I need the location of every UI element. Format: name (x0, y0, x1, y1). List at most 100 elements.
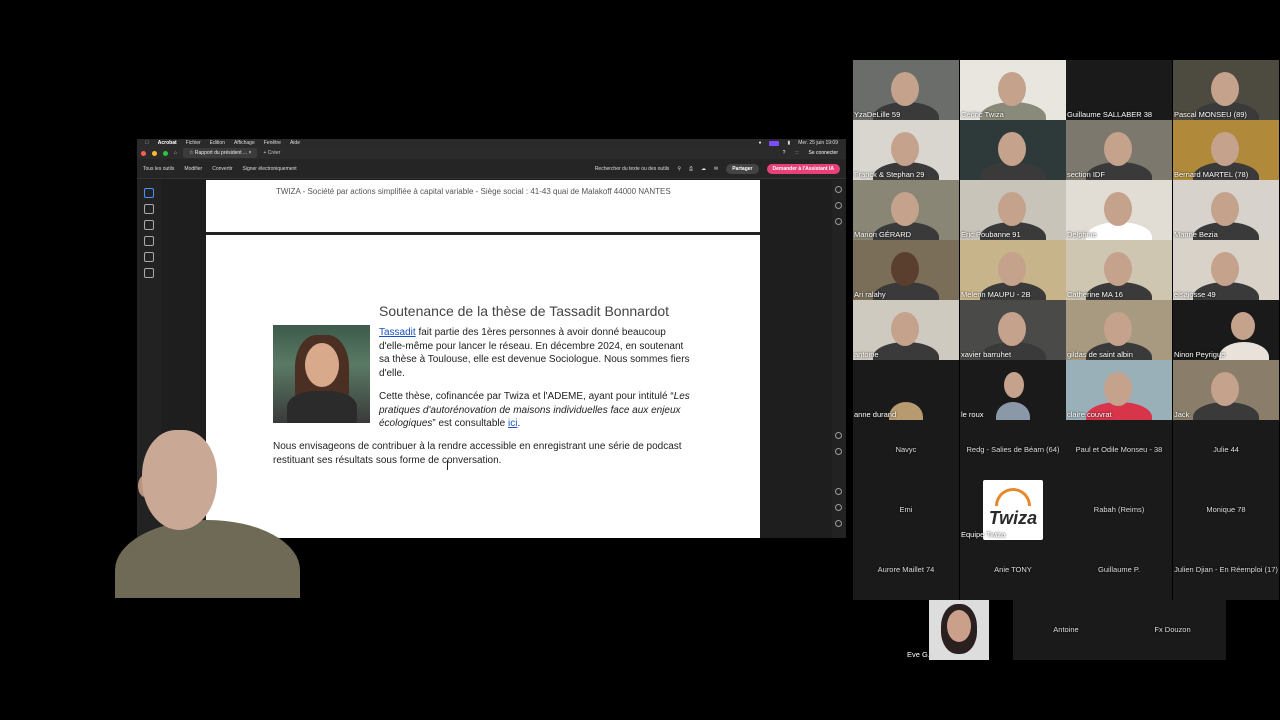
presenter-video (110, 425, 300, 598)
sign-in-button[interactable]: Se connecter (809, 150, 838, 156)
participant-name: Eve G. (907, 650, 930, 659)
participant-tile[interactable]: Antoine (1013, 600, 1119, 660)
participant-tile[interactable]: Rabah (Reims) (1066, 480, 1172, 540)
search-icon[interactable]: ⚲ (677, 166, 681, 172)
participant-tile[interactable]: Emi (853, 480, 959, 540)
participant-tile[interactable]: Julien Djian - En Réemploi (17) (1173, 540, 1279, 600)
participant-tile[interactable]: Guillaume SALLABER 38 (1066, 60, 1172, 120)
cloud-icon[interactable]: ☁ (701, 166, 706, 172)
menu-edition[interactable]: Edition (210, 140, 225, 146)
zoom-out-icon[interactable] (835, 520, 842, 527)
lasso-icon[interactable] (144, 236, 154, 246)
page-down-icon[interactable] (835, 448, 842, 455)
participant-name: claire.couvrat (1067, 410, 1112, 419)
search-tools-input[interactable]: Rechercher du texte ou des outils (595, 166, 670, 172)
participant-tile[interactable]: anne durand (853, 360, 959, 420)
zoom-in-icon[interactable] (835, 504, 842, 511)
comment-icon[interactable] (835, 186, 842, 193)
menu-fichier[interactable]: Fichier (186, 140, 201, 146)
participant-tile[interactable]: Monique 78 (1173, 480, 1279, 540)
participant-tile[interactable]: Paul et Odile Monseu - 38 (1066, 420, 1172, 480)
menu-app[interactable]: Acrobat (158, 140, 177, 146)
participant-tile[interactable]: Delphine (1066, 180, 1172, 240)
participant-tile[interactable]: section IDF (1066, 120, 1172, 180)
twiza-logo-text: Twiza (988, 508, 1038, 528)
bookmark-icon[interactable] (835, 202, 842, 209)
zoom-icon[interactable] (144, 204, 154, 214)
participant-tile[interactable]: Melenn MAUPU - 2B (960, 240, 1066, 300)
rotate-icon[interactable] (835, 488, 842, 495)
apple-icon[interactable]:  (145, 140, 149, 146)
participant-tile[interactable]: Marion GÉRARD (853, 180, 959, 240)
menu-affichage[interactable]: Affichage (234, 140, 255, 146)
menubar-clock[interactable]: Mer. 25 juin 19:09 (798, 140, 838, 146)
participant-tile[interactable]: Anie TONY (960, 540, 1066, 600)
participant-tile[interactable] (960, 120, 1066, 180)
participant-tile[interactable]: Eve G. (853, 600, 1013, 660)
zoom-window-icon[interactable] (163, 150, 168, 156)
document-section-title: Soutenance de la thèse de Tassadit Bonna… (379, 303, 670, 319)
participant-tile[interactable]: Navyc (853, 420, 959, 480)
participant-name: Julie 44 (1213, 445, 1239, 454)
participant-tile[interactable]: Jack (1173, 360, 1279, 420)
participant-tile[interactable]: gildas de saint albin (1066, 300, 1172, 360)
participant-tile[interactable]: Catherine MA 16 (1066, 240, 1172, 300)
participant-tile[interactable]: YzaDeLille 59 (853, 60, 959, 120)
participant-tile[interactable]: Fx Douzon (1119, 600, 1226, 660)
participant-tile[interactable]: claire.couvrat (1066, 360, 1172, 420)
participant-name: Ari ralahy (854, 290, 886, 299)
new-tab-button[interactable]: + Créer (263, 150, 280, 156)
ai-assistant-button[interactable]: Demander à l'Assistant IA (766, 163, 840, 174)
participant-tile[interactable]: antoine (853, 300, 959, 360)
battery-icon[interactable]: ▮ (787, 140, 790, 146)
participant-tile[interactable]: Marine Bezia (1173, 180, 1279, 240)
toolbar-all-tools[interactable]: Tous les outils (143, 166, 174, 172)
home-icon[interactable]: ⌂ (174, 150, 177, 156)
select-cursor-icon[interactable] (144, 188, 154, 198)
participant-tile[interactable]: Ninon Peyrigue (1173, 300, 1279, 360)
page-up-icon[interactable] (835, 432, 842, 439)
mail-icon[interactable]: ✉ (714, 166, 718, 172)
wifi-icon[interactable]: ● (758, 140, 761, 146)
participant-avatar (929, 600, 989, 660)
participant-tile[interactable]: Guillaume P. (1066, 540, 1172, 600)
participant-tile[interactable]: Pascal MONSEU (89) (1173, 60, 1279, 120)
toolbar-esign[interactable]: Signer électroniquement (243, 166, 297, 172)
participant-tile[interactable]: Aurore Maillet 74 (853, 540, 959, 600)
participant-tile[interactable]: Franck & Stephan 29 (853, 120, 959, 180)
participant-grid: YzaDeLille 59 Cédric Twiza Guillaume SAL… (853, 60, 1280, 660)
participant-tile-equipe-twiza[interactable]: Twiza Equipe Twiza (960, 480, 1066, 540)
close-window-icon[interactable] (141, 150, 146, 156)
participant-tile[interactable]: le roux (960, 360, 1066, 420)
status-app-icon[interactable] (769, 140, 780, 146)
tab-document[interactable]: ☆ Rapport du président ... × (183, 148, 258, 158)
stamp-icon[interactable] (144, 268, 154, 278)
paragraph-2: Cette thèse, cofinancée par Twiza et l'A… (379, 390, 693, 431)
participant-tile[interactable]: Bernard MARTEL (78) (1173, 120, 1279, 180)
participant-tile[interactable]: Eric Poubanne 91 (960, 180, 1066, 240)
apps-grid-icon[interactable]: ∷ (795, 150, 798, 156)
share-button[interactable]: Partager (726, 163, 759, 174)
minimize-window-icon[interactable] (152, 150, 157, 156)
menu-aide[interactable]: Aide (290, 140, 300, 146)
menu-fenetre[interactable]: Fenêtre (264, 140, 281, 146)
layers-icon[interactable] (835, 218, 842, 225)
text-box-icon[interactable] (144, 252, 154, 262)
help-icon[interactable]: ? (783, 150, 786, 156)
participant-name: Aurore Maillet 74 (877, 565, 935, 574)
participant-tile[interactable]: elsajosse 49 (1173, 240, 1279, 300)
participant-tile[interactable]: Ari ralahy (853, 240, 959, 300)
toolbar-edit[interactable]: Modifier (184, 166, 202, 172)
text-cursor (447, 460, 448, 470)
participant-name: Ninon Peyrigue (1174, 350, 1226, 359)
pen-icon[interactable] (144, 220, 154, 230)
print-icon[interactable]: ⎙ (689, 166, 693, 172)
participant-tile[interactable]: xavier barruhet (960, 300, 1066, 360)
tassadit-link[interactable]: Tassadit (379, 327, 416, 338)
toolbar-convert[interactable]: Convertir (212, 166, 232, 172)
participant-tile[interactable]: Redg - Salies de Béarn (64) (960, 420, 1066, 480)
participant-name: Eric Poubanne 91 (961, 230, 1021, 239)
twiza-logo-cloud-icon (995, 488, 1031, 506)
participant-tile[interactable]: Julie 44 (1173, 420, 1279, 480)
participant-tile[interactable]: Cédric Twiza (960, 60, 1066, 120)
